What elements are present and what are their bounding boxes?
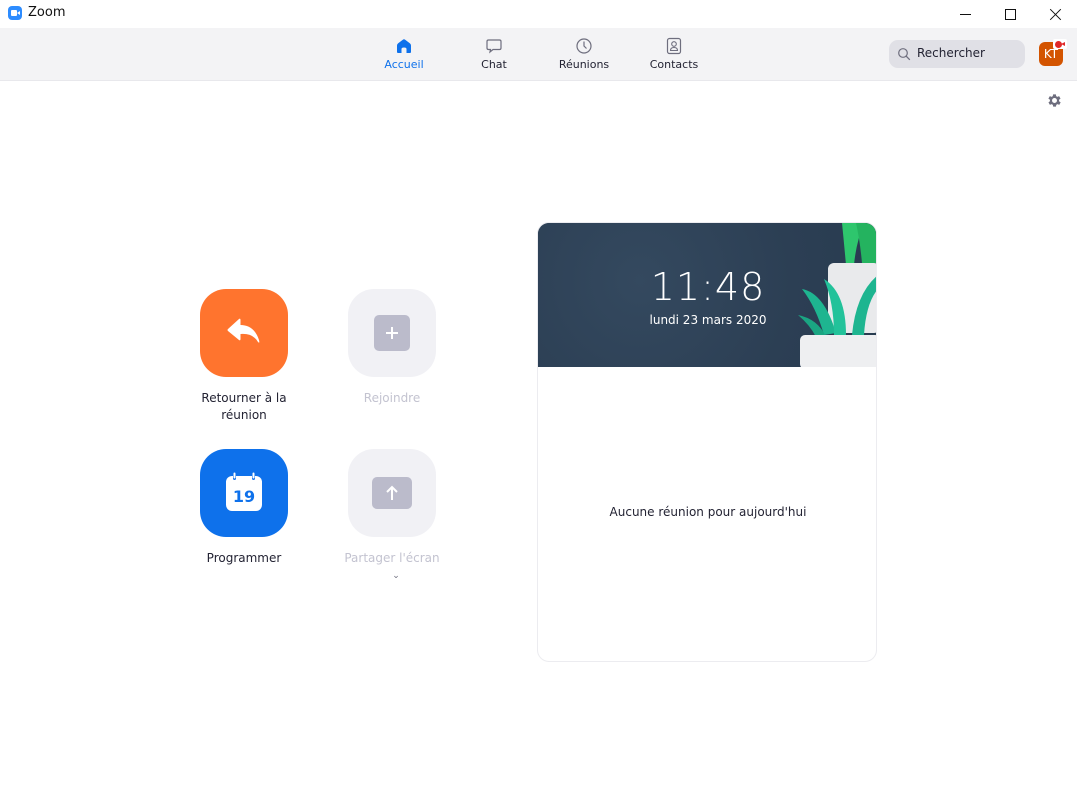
return-arrow-icon <box>227 318 260 343</box>
search-input[interactable]: Rechercher <box>889 40 1025 68</box>
share-up-arrow-icon <box>386 485 398 500</box>
search-icon <box>898 48 911 61</box>
return-to-meeting-button[interactable]: Retourner à la réunion <box>189 289 299 424</box>
calendar-day: 19 <box>233 487 255 506</box>
tab-label: Chat <box>481 58 507 71</box>
schedule-label: Programmer <box>206 551 282 565</box>
share-label: Partager l'écran <box>344 551 440 565</box>
minimize-icon <box>959 13 971 15</box>
tab-reunions[interactable]: Réunions <box>549 37 619 77</box>
close-button[interactable] <box>1033 0 1077 28</box>
schedule-tile[interactable]: 19 <box>200 449 288 537</box>
window-title: Zoom <box>28 5 66 20</box>
return-tile[interactable] <box>200 289 288 377</box>
title-bar: Zoom <box>0 0 1077 28</box>
tab-label: Contacts <box>649 58 699 71</box>
plus-icon <box>386 327 398 339</box>
schedule-button[interactable]: 19 Programmer <box>189 449 299 567</box>
calendar-icon: 19 <box>226 472 262 511</box>
plant-illustration-icon <box>798 223 876 367</box>
card-header: 11:48 lundi 23 mars 2020 <box>538 223 876 367</box>
top-navigation: Accueil Chat Réunions Contacts Recherche… <box>0 28 1077 81</box>
no-meetings-message: Aucune réunion pour aujourd'hui <box>609 505 807 519</box>
join-label: Rejoindre <box>363 391 421 405</box>
join-button[interactable]: Rejoindre <box>337 289 447 407</box>
return-label: Retourner à la réunion <box>201 391 287 422</box>
tab-chat[interactable]: Chat <box>459 37 529 77</box>
tab-label: Réunions <box>558 58 610 71</box>
tab-contacts[interactable]: Contacts <box>639 37 709 77</box>
upcoming-meetings-card: 11:48 lundi 23 mars 2020 Aucune réunion … <box>537 222 877 662</box>
gear-icon[interactable] <box>1046 92 1063 109</box>
close-icon <box>1050 8 1062 20</box>
contact-card-icon <box>666 37 682 55</box>
minimize-button[interactable] <box>942 0 988 28</box>
maximize-icon <box>1004 8 1016 20</box>
recording-camera-icon <box>1053 39 1067 49</box>
clock-icon <box>576 38 592 54</box>
tab-accueil[interactable]: Accueil <box>369 37 439 77</box>
zoom-camera-icon <box>8 6 22 20</box>
home-icon <box>397 39 411 53</box>
share-screen-button[interactable]: Partager l'écran ⌄ <box>337 449 447 585</box>
maximize-button[interactable] <box>987 0 1033 28</box>
share-tile[interactable] <box>348 449 436 537</box>
chevron-down-icon[interactable]: ⌄ <box>392 568 400 585</box>
tab-label: Accueil <box>384 58 424 71</box>
search-placeholder: Rechercher <box>917 46 985 60</box>
chat-bubble-icon <box>486 39 502 54</box>
share-label-row: Partager l'écran ⌄ <box>337 550 447 585</box>
join-tile[interactable] <box>348 289 436 377</box>
